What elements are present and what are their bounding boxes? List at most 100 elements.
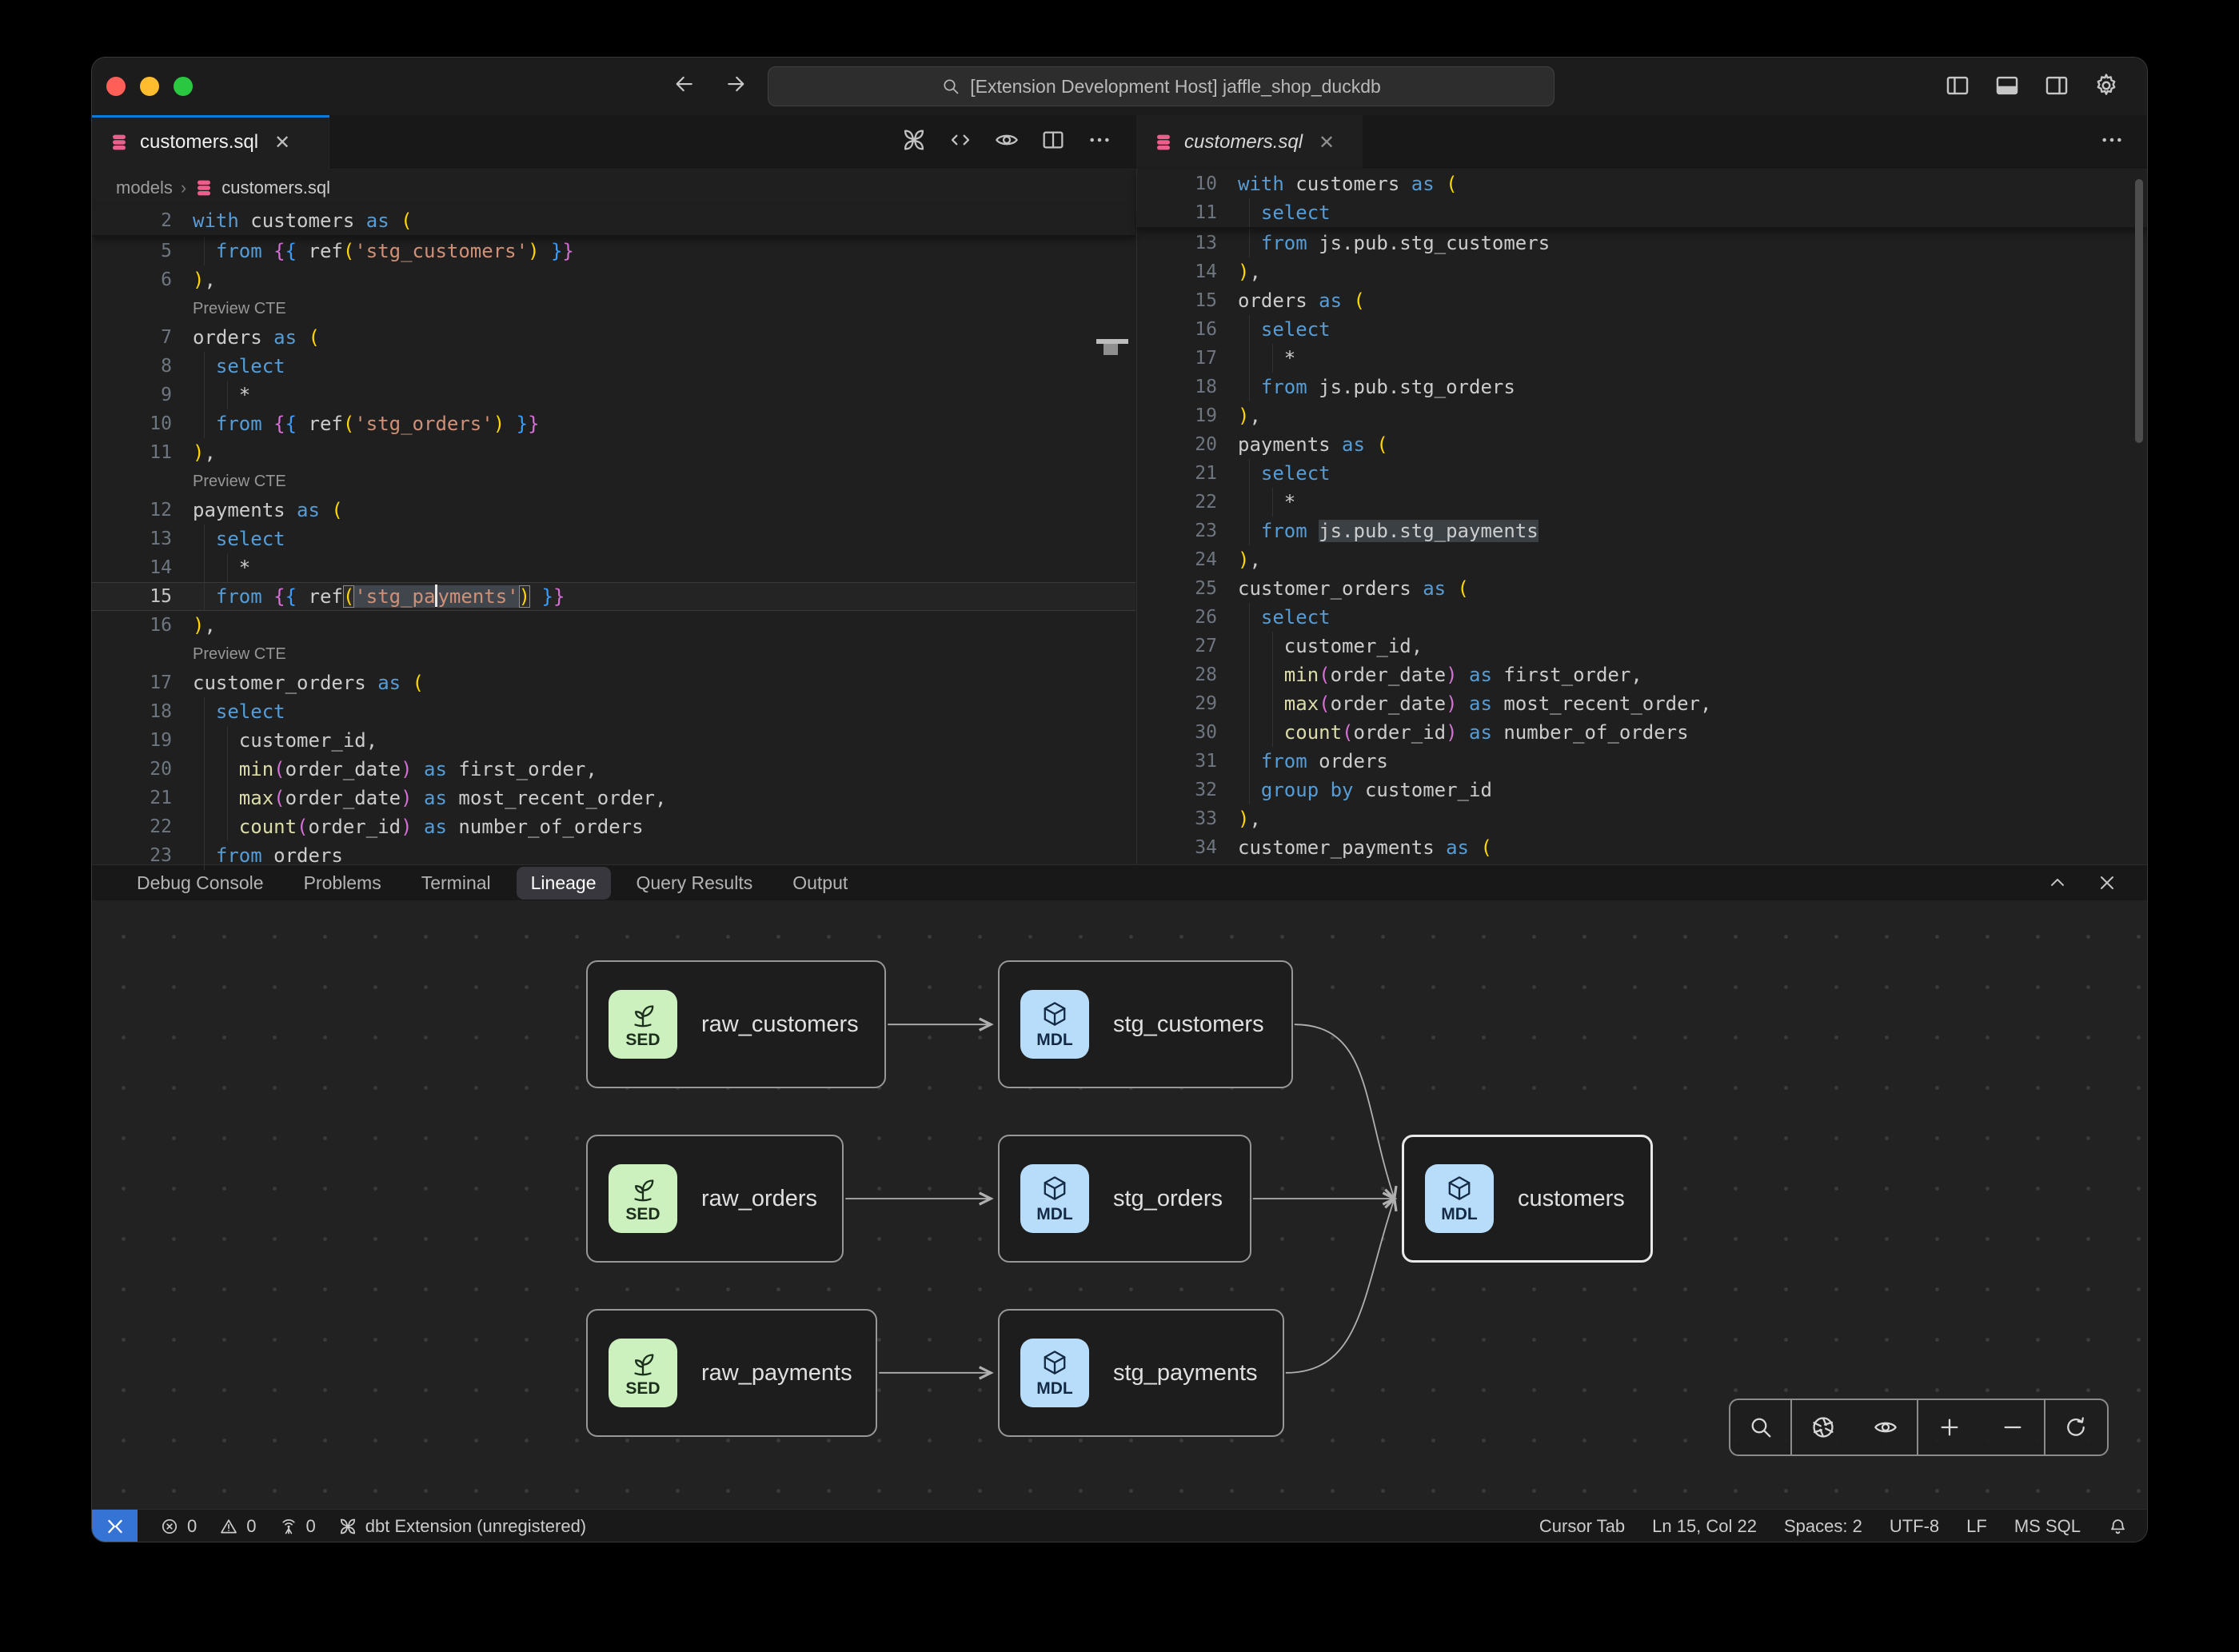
close-icon[interactable] [2096,872,2118,894]
codelens-row[interactable]: Preview CTE [92,294,1135,323]
status-item-spaces-2[interactable]: Spaces: 2 [1784,1516,1862,1537]
code-line-13[interactable]: 13 from js.pub.stg_customers [1137,229,2148,257]
status-item-ln-15-col-22[interactable]: Ln 15, Col 22 [1652,1516,1757,1537]
code-line-19[interactable]: 19 customer_id, [92,726,1135,755]
layout-sidebar-left-icon[interactable] [1944,72,1971,99]
panel-tab-debug-console[interactable]: Debug Console [122,867,278,900]
code-line-26[interactable]: 26 select [1137,603,2148,632]
chevron-up-icon[interactable] [2046,872,2069,894]
split-editor-icon[interactable] [1040,127,1066,153]
breadcrumb[interactable]: models › customers.sql [92,170,1135,206]
lineage-node-raw_payments[interactable]: SEDraw_payments [586,1309,877,1437]
panel-tab-query-results[interactable]: Query Results [622,867,768,900]
status-item-radio-tower[interactable]: 0 [279,1516,316,1537]
gear-icon[interactable] [2093,72,2120,99]
editor-group-left[interactable]: models › customers.sql 2with customers a… [92,170,1135,864]
code-line-15[interactable]: 15orders as ( [1137,286,2148,315]
code-line-22[interactable]: 22 * [1137,488,2148,517]
code-icon[interactable] [948,127,973,153]
code-line-18[interactable]: 18 from js.pub.stg_orders [1137,373,2148,401]
minimize-window-button[interactable] [140,77,159,96]
editor-group-right[interactable]: 10with customers as (11 select 13 from j… [1136,170,2148,864]
status-item-dbt[interactable]: dbt Extension (unregistered) [338,1516,586,1537]
search-icon[interactable] [1748,1415,1774,1440]
eye-icon[interactable] [994,127,1020,153]
lineage-node-customers[interactable]: MDLcustomers [1402,1135,1653,1263]
codelens-row[interactable]: Preview CTE [92,640,1135,668]
code-line-19[interactable]: 19), [1137,401,2148,430]
code-line-20[interactable]: 20 min(order_date) as first_order, [92,755,1135,784]
code-line-16[interactable]: 16), [92,611,1135,640]
close-tab-icon[interactable]: ✕ [1319,131,1335,154]
code-line-18[interactable]: 18 select [92,697,1135,726]
code-line-14[interactable]: 14 * [92,553,1135,582]
tab-customers-sql-right[interactable]: customers.sql ✕ [1136,115,1363,170]
code-line-17[interactable]: 17 * [1137,344,2148,373]
status-item-lf[interactable]: LF [1966,1516,1987,1537]
minus-icon[interactable] [2000,1415,2025,1440]
code-line-31[interactable]: 31 from orders [1137,747,2148,776]
ellipsis-icon[interactable] [1087,127,1112,153]
code-line-34[interactable]: 34customer_payments as ( [1137,833,2148,862]
code-line-13[interactable]: 13 select [92,525,1135,553]
code-line-30[interactable]: 30 count(order_id) as number_of_orders [1137,718,2148,747]
layout-sidebar-right-icon[interactable] [2043,72,2070,99]
status-item-error[interactable]: 0 [160,1516,197,1537]
lineage-node-stg_payments[interactable]: MDLstg_payments [998,1309,1284,1437]
code-line-2[interactable]: 2with customers as ( [92,206,1135,235]
code-line-17[interactable]: 17customer_orders as ( [92,668,1135,697]
code-line-10[interactable]: 10with customers as ( [1137,170,2148,198]
status-item-ms-sql[interactable]: MS SQL [2014,1516,2081,1537]
lineage-canvas[interactable]: SEDraw_customers MDLstg_customers SEDraw_o… [92,900,2147,1509]
lineage-node-stg_orders[interactable]: MDLstg_orders [998,1135,1251,1263]
code-line-5[interactable]: 5 from {{ ref('stg_customers') }} [92,237,1135,265]
code-line-24[interactable]: 24), [1137,545,2148,574]
codelens-row[interactable]: Preview CTE [92,467,1135,496]
lineage-node-raw_customers[interactable]: SEDraw_customers [586,960,886,1088]
lineage-node-raw_orders[interactable]: SEDraw_orders [586,1135,844,1263]
ellipsis-icon[interactable] [2099,127,2125,153]
code-line-14[interactable]: 14), [1137,257,2148,286]
status-item-utf-8[interactable]: UTF-8 [1890,1516,1939,1537]
code-line-23[interactable]: 23 from js.pub.stg_payments [1137,517,2148,545]
code-line-20[interactable]: 20payments as ( [1137,430,2148,459]
status-item-warning[interactable]: 0 [219,1516,256,1537]
bell-icon[interactable] [2108,1517,2128,1537]
code-line-25[interactable]: 25customer_orders as ( [1137,574,2148,603]
panel-tab-output[interactable]: Output [778,867,862,900]
editor-scrollbar-thumb[interactable] [1104,344,1118,355]
code-line-22[interactable]: 22 count(order_id) as number_of_orders [92,812,1135,841]
back-icon[interactable] [672,72,696,96]
dbt-icon[interactable] [901,127,927,153]
status-item-cursor-tab[interactable]: Cursor Tab [1539,1516,1625,1537]
code-line-21[interactable]: 21 select [1137,459,2148,488]
code-line-21[interactable]: 21 max(order_date) as most_recent_order, [92,784,1135,812]
code-line-32[interactable]: 32 group by customer_id [1137,776,2148,804]
close-window-button[interactable] [106,77,126,96]
forward-icon[interactable] [724,72,748,96]
lineage-node-stg_customers[interactable]: MDLstg_customers [998,960,1293,1088]
code-line-9[interactable]: 9 * [92,381,1135,409]
code-line-11[interactable]: 11 select [1137,198,2148,227]
code-line-27[interactable]: 27 customer_id, [1137,632,2148,660]
code-line-29[interactable]: 29 max(order_date) as most_recent_order, [1137,689,2148,718]
breadcrumb-file[interactable]: customers.sql [222,178,330,198]
code-line-8[interactable]: 8 select [92,352,1135,381]
plus-icon[interactable] [1937,1415,1962,1440]
code-line-7[interactable]: 7orders as ( [92,323,1135,352]
editor-scrollbar-thumb[interactable] [2135,179,2143,443]
code-line-33[interactable]: 33), [1137,804,2148,833]
code-line-10[interactable]: 10 from {{ ref('stg_orders') }} [92,409,1135,438]
code-line-15[interactable]: 15 from {{ ref('stg_payments') }} [92,582,1135,611]
close-tab-icon[interactable]: ✕ [274,131,290,154]
refresh-icon[interactable] [2063,1415,2089,1440]
code-line-6[interactable]: 6), [92,265,1135,294]
breadcrumb-folder[interactable]: models [116,178,173,198]
panel-tab-terminal[interactable]: Terminal [407,867,505,900]
layout-panel-icon[interactable] [1994,72,2021,99]
remote-indicator[interactable] [92,1510,138,1542]
aperture-icon[interactable] [1810,1415,1836,1440]
panel-tab-problems[interactable]: Problems [289,867,396,900]
panel-tab-lineage[interactable]: Lineage [517,867,611,900]
code-line-11[interactable]: 11), [92,438,1135,467]
